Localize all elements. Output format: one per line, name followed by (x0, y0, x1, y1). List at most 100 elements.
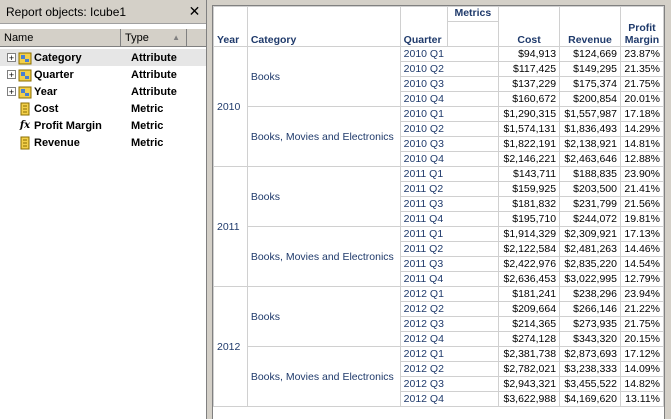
header-year[interactable]: Year (213, 6, 248, 47)
profit-margin-cell: 14.09% (619, 361, 664, 377)
object-item-year[interactable]: + Year Attribute (0, 83, 206, 100)
year-cell[interactable]: 2012 (213, 286, 248, 407)
quarter-cell[interactable]: 2011 Q3 (399, 196, 500, 212)
table-row: 2010 Books 2010 Q1 $94,913 $124,669 23.87% (213, 46, 664, 167)
column-header-type-label: Type (125, 31, 149, 44)
quarter-cell[interactable]: 2012 Q3 (399, 376, 500, 392)
column-header-name[interactable]: Name (0, 29, 121, 46)
header-metrics[interactable]: Metrics (446, 6, 500, 22)
cost-cell: $2,122,584 (498, 241, 561, 257)
profit-margin-cell: 21.75% (619, 316, 664, 332)
profit-margin-cell: 20.01% (619, 91, 664, 107)
header-quarter[interactable]: Quarter (399, 6, 448, 47)
object-item-profit-margin[interactable]: fx Profit Margin Metric (0, 117, 206, 134)
panel-title-bar: Report objects: Icube1 ✕ (0, 0, 206, 24)
panel-title: Report objects: Icube1 (6, 4, 127, 19)
revenue-cell: $2,835,220 (559, 256, 621, 272)
quarter-cell[interactable]: 2012 Q1 (399, 346, 500, 362)
quarter-cell[interactable]: 2011 Q2 (399, 241, 500, 257)
quarter-cell[interactable]: 2012 Q3 (399, 316, 500, 332)
quarter-cell[interactable]: 2010 Q1 (399, 46, 500, 62)
quarter-cell[interactable]: 2012 Q1 (399, 286, 500, 302)
object-name: Quarter (34, 68, 74, 81)
profit-margin-cell: 14.82% (619, 376, 664, 392)
object-item-cost[interactable]: Cost Metric (0, 100, 206, 117)
expand-icon[interactable]: + (7, 53, 16, 63)
profit-margin-cell: 21.56% (619, 196, 664, 212)
quarter-cell[interactable]: 2010 Q3 (399, 76, 500, 92)
expand-icon[interactable]: + (7, 70, 16, 80)
cost-cell: $195,710 (498, 211, 561, 227)
profit-margin-cell: 14.54% (619, 256, 664, 272)
header-profit-margin[interactable]: Profit Margin (619, 6, 664, 47)
cost-cell: $117,425 (498, 61, 561, 77)
year-cell[interactable]: 2011 (213, 166, 248, 287)
quarter-cell[interactable]: 2010 Q4 (399, 151, 500, 167)
category-cell[interactable]: Books (246, 46, 401, 107)
attribute-icon (18, 85, 32, 99)
quarter-cell[interactable]: 2012 Q4 (399, 391, 500, 407)
revenue-cell: $266,146 (559, 301, 621, 317)
cost-cell: $2,381,738 (498, 346, 561, 362)
quarter-cell[interactable]: 2010 Q2 (399, 61, 500, 77)
profit-margin-cell: 21.41% (619, 181, 664, 197)
object-item-revenue[interactable]: Revenue Metric (0, 134, 206, 151)
quarter-cell[interactable]: 2010 Q2 (399, 121, 500, 137)
header-category[interactable]: Category (246, 6, 401, 47)
revenue-cell: $175,374 (559, 76, 621, 92)
cost-cell: $181,241 (498, 286, 561, 302)
cost-cell: $137,229 (498, 76, 561, 92)
cost-cell: $209,664 (498, 301, 561, 317)
cost-cell: $159,925 (498, 181, 561, 197)
object-type: Metric (131, 119, 164, 132)
category-cell[interactable]: Books (246, 166, 401, 227)
revenue-cell: $2,481,263 (559, 241, 621, 257)
cost-cell: $160,672 (498, 91, 561, 107)
header-profit-margin-line1: Profit (628, 22, 656, 34)
report-objects-panel: Report objects: Icube1 ✕ Name Type ▲ + Ca… (0, 0, 207, 419)
profit-margin-cell: 20.15% (619, 331, 664, 347)
quarter-cell[interactable]: 2012 Q4 (399, 331, 500, 347)
quarter-cell[interactable]: 2011 Q1 (399, 166, 500, 182)
metric-icon (18, 136, 32, 150)
expand-icon[interactable]: + (7, 87, 16, 97)
revenue-cell: $3,238,333 (559, 361, 621, 377)
object-item-category[interactable]: + Category Attribute (0, 49, 206, 66)
quarter-cell[interactable]: 2011 Q4 (399, 271, 500, 287)
quarter-cell[interactable]: 2010 Q4 (399, 91, 500, 107)
quarter-cell[interactable]: 2010 Q3 (399, 136, 500, 152)
profit-margin-cell: 14.46% (619, 241, 664, 257)
table-row: 2011 Books 2011 Q1 $143,711 $188,835 23.90% (213, 166, 664, 287)
year-cell[interactable]: 2010 (213, 46, 248, 167)
header-cost[interactable]: Cost (498, 6, 561, 47)
quarter-cell[interactable]: 2012 Q2 (399, 361, 500, 377)
revenue-cell: $231,799 (559, 196, 621, 212)
cost-cell: $1,574,131 (498, 121, 561, 137)
object-item-quarter[interactable]: + Quarter Attribute (0, 66, 206, 83)
attribute-icon (18, 51, 32, 65)
category-cell[interactable]: Books, Movies and Electronics (246, 226, 401, 287)
metric-icon (18, 102, 32, 116)
quarter-cell[interactable]: 2011 Q4 (399, 211, 500, 227)
object-type: Attribute (131, 68, 177, 81)
cost-cell: $2,422,976 (498, 256, 561, 272)
category-cell[interactable]: Books, Movies and Electronics (246, 346, 401, 407)
object-type: Attribute (131, 51, 177, 64)
category-cell[interactable]: Books (246, 286, 401, 347)
quarter-cell[interactable]: 2011 Q1 (399, 226, 500, 242)
quarter-cell[interactable]: 2010 Q1 (399, 106, 500, 122)
quarter-cell[interactable]: 2011 Q2 (399, 181, 500, 197)
header-revenue[interactable]: Revenue (559, 6, 621, 47)
quarter-cell[interactable]: 2011 Q3 (399, 256, 500, 272)
column-header-type[interactable]: Type ▲ (121, 29, 187, 46)
profit-margin-cell: 19.81% (619, 211, 664, 227)
quarter-cell[interactable]: 2012 Q2 (399, 301, 500, 317)
profit-margin-cell: 23.90% (619, 166, 664, 182)
profit-margin-cell: 13.11% (619, 391, 664, 407)
object-name: Category (34, 51, 82, 64)
cost-cell: $1,914,329 (498, 226, 561, 242)
cost-cell: $94,913 (498, 46, 561, 62)
cost-cell: $3,622,988 (498, 391, 561, 407)
category-cell[interactable]: Books, Movies and Electronics (246, 106, 401, 167)
close-icon[interactable]: ✕ (187, 3, 202, 19)
